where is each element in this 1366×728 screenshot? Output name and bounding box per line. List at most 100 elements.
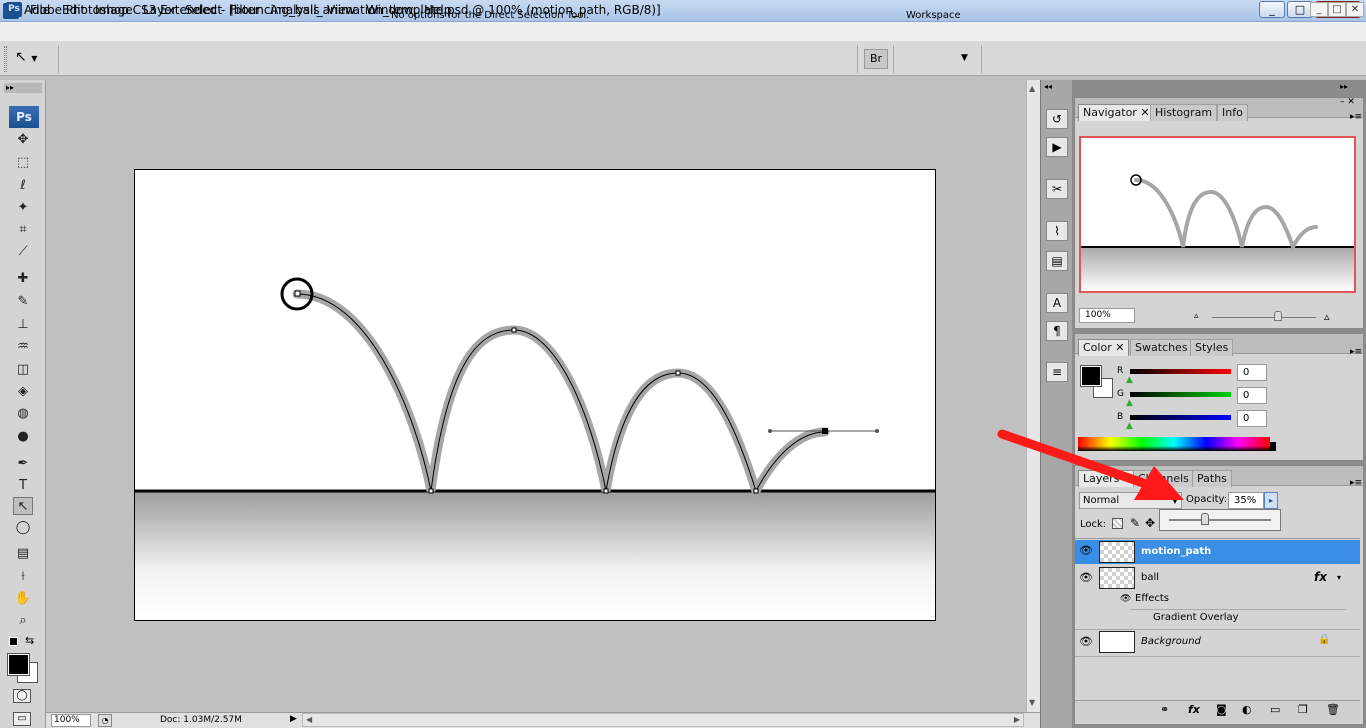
vertical-scrollbar[interactable]: ▲ ▼ [1026, 80, 1040, 712]
canvas-artwork[interactable] [135, 170, 936, 621]
add-mask-icon[interactable]: ◙ [1216, 703, 1227, 716]
scroll-down-icon[interactable]: ▼ [1029, 698, 1035, 707]
new-group-icon[interactable]: ▭ [1270, 703, 1280, 716]
menu-file[interactable]: File [30, 3, 50, 17]
ramp-black-swatch[interactable] [1270, 442, 1276, 451]
navigator-zoom-thumb[interactable] [1274, 311, 1282, 321]
bridge-icon[interactable]: Br [864, 49, 888, 69]
minimize-button[interactable]: _ [1259, 1, 1285, 18]
opacity-field[interactable]: 35% [1228, 492, 1264, 509]
crop-tool-icon[interactable]: ⌗ [13, 221, 33, 239]
notes-tool-icon[interactable]: ▤ [13, 545, 33, 563]
marquee-tool-icon[interactable]: ⬚ [13, 154, 33, 172]
layer-comps-panel-icon[interactable]: ≡ [1046, 362, 1068, 382]
magic-wand-tool-icon[interactable]: ✦ [13, 199, 33, 217]
horizontal-scrollbar[interactable]: ◀ ▶ [302, 713, 1024, 727]
new-layer-icon[interactable]: ❐ [1298, 703, 1308, 716]
effect-gradient-overlay[interactable]: Gradient Overlay [1153, 612, 1239, 623]
toolbox-collapse-icon[interactable]: ▸▸ [4, 83, 42, 93]
document-icon[interactable]: Ps [6, 2, 22, 17]
opacity-slider-toggle-icon[interactable]: ▸ [1264, 492, 1278, 509]
scroll-left-icon[interactable]: ◀ [306, 715, 312, 724]
blue-value-field[interactable]: 0 [1237, 410, 1267, 427]
green-slider-thumb-icon[interactable]: ▲ [1126, 398, 1133, 408]
layer-visibility-eye-icon[interactable]: 👁 [1079, 635, 1093, 648]
layer-visibility-eye-icon[interactable]: 👁 [1079, 571, 1093, 584]
clone-source-panel-icon[interactable]: ▤ [1046, 251, 1068, 271]
actions-panel-icon[interactable]: ▶ [1046, 137, 1068, 157]
effects-visibility-eye-icon[interactable]: 👁 [1120, 594, 1131, 604]
zoom-field[interactable]: 100% [51, 714, 91, 727]
add-layer-style-icon[interactable]: fx [1188, 703, 1200, 716]
direct-selection-tool-icon[interactable]: ↖ [13, 497, 33, 515]
tab-paths[interactable]: Paths [1192, 470, 1232, 487]
tab-histogram[interactable]: Histogram [1150, 104, 1218, 121]
options-grip[interactable] [4, 46, 7, 72]
menu-view[interactable]: View [327, 3, 355, 17]
red-value-field[interactable]: 0 [1237, 364, 1267, 381]
document-close-button[interactable]: ✕ [1346, 2, 1364, 17]
lock-transparency-icon[interactable] [1112, 518, 1123, 529]
blue-slider[interactable] [1130, 415, 1231, 420]
menu-image[interactable]: Image [95, 3, 133, 17]
default-colors-icon[interactable] [9, 637, 18, 646]
adjustment-layer-icon[interactable]: ◐ [1242, 703, 1252, 716]
navigator-zoom-slider[interactable] [1212, 317, 1316, 318]
ellipse-tool-icon[interactable]: ◯ [13, 519, 33, 537]
layer-visibility-eye-icon[interactable]: 👁 [1079, 544, 1093, 557]
blur-tool-icon[interactable]: ◍ [13, 405, 33, 423]
red-slider[interactable] [1130, 369, 1231, 374]
document-canvas[interactable] [134, 169, 936, 621]
tool-presets-panel-icon[interactable]: ✂ [1046, 179, 1068, 199]
menu-select[interactable]: Select [185, 3, 222, 17]
layer-effects-fx-icon[interactable]: fx [1314, 570, 1327, 584]
dock-collapse-icon[interactable]: ◂◂ [1044, 82, 1070, 92]
type-tool-icon[interactable]: T [13, 477, 33, 495]
document-restore-button[interactable]: □ [1328, 2, 1346, 17]
panel-minimize-icon[interactable]: – ✕ [1340, 97, 1355, 107]
tab-styles[interactable]: Styles [1190, 339, 1234, 356]
slice-tool-icon[interactable]: ⟋ [13, 243, 33, 261]
menu-analysis[interactable]: Analysis [270, 3, 319, 17]
dodge-tool-icon[interactable]: ● [13, 428, 33, 446]
screen-mode-icon[interactable]: ▭ [13, 712, 31, 726]
layer-name[interactable]: motion_path [1141, 546, 1211, 557]
lasso-tool-icon[interactable]: ℓ [13, 177, 33, 195]
toolbox-foreground-color[interactable] [7, 653, 30, 676]
layer-name[interactable]: Background [1141, 636, 1201, 647]
workspace-menu[interactable]: Workspace [906, 10, 961, 21]
green-slider[interactable] [1130, 392, 1231, 397]
pen-tool-icon[interactable]: ✒ [13, 455, 33, 473]
effects-collapse-icon[interactable]: ▾ [1337, 573, 1341, 582]
panels-collapse-icon[interactable]: ▸▸ [1340, 82, 1348, 91]
status-preview-icon[interactable]: ◔ [98, 714, 112, 727]
tool-preset-picker[interactable]: ↖ ▼ [15, 49, 55, 69]
red-slider-thumb-icon[interactable]: ▲ [1126, 375, 1133, 385]
menu-filter[interactable]: Filter [230, 3, 260, 17]
delete-layer-icon[interactable]: 🗑 [1326, 703, 1340, 716]
paragraph-panel-icon[interactable]: ¶ [1046, 321, 1068, 341]
brush-tool-icon[interactable]: ✎ [13, 293, 33, 311]
tab-color[interactable]: Color ✕ [1078, 339, 1130, 356]
menu-layer[interactable]: Layer [143, 3, 176, 17]
hand-tool-icon[interactable]: ✋ [13, 590, 33, 608]
scroll-up-icon[interactable]: ▲ [1029, 84, 1035, 93]
clone-stamp-tool-icon[interactable]: ⊥ [13, 316, 33, 334]
document-minimize-button[interactable]: _ [1310, 2, 1328, 17]
tab-navigator[interactable]: Navigator ✕ [1078, 104, 1155, 121]
character-panel-icon[interactable]: A [1046, 293, 1068, 313]
quick-mask-icon[interactable]: ◯ [13, 689, 31, 703]
link-layers-icon[interactable]: ⚭ [1160, 703, 1169, 716]
navigator-panel-menu-icon[interactable]: ▸≡ [1350, 112, 1362, 122]
eraser-tool-icon[interactable]: ◫ [13, 361, 33, 379]
healing-brush-tool-icon[interactable]: ✚ [13, 270, 33, 288]
history-panel-icon[interactable]: ↺ [1046, 109, 1068, 129]
workspace-chevron-down-icon[interactable]: ▼ [961, 53, 968, 63]
move-tool-icon[interactable]: ✥ [13, 131, 33, 149]
color-panel-menu-icon[interactable]: ▸≡ [1350, 347, 1362, 357]
paint-bucket-tool-icon[interactable]: ◈ [13, 383, 33, 401]
green-value-field[interactable]: 0 [1237, 387, 1267, 404]
opacity-slider-thumb[interactable] [1200, 513, 1209, 525]
history-brush-tool-icon[interactable]: ♒ [13, 338, 33, 356]
zoom-in-icon[interactable]: ▵ [1324, 310, 1330, 323]
